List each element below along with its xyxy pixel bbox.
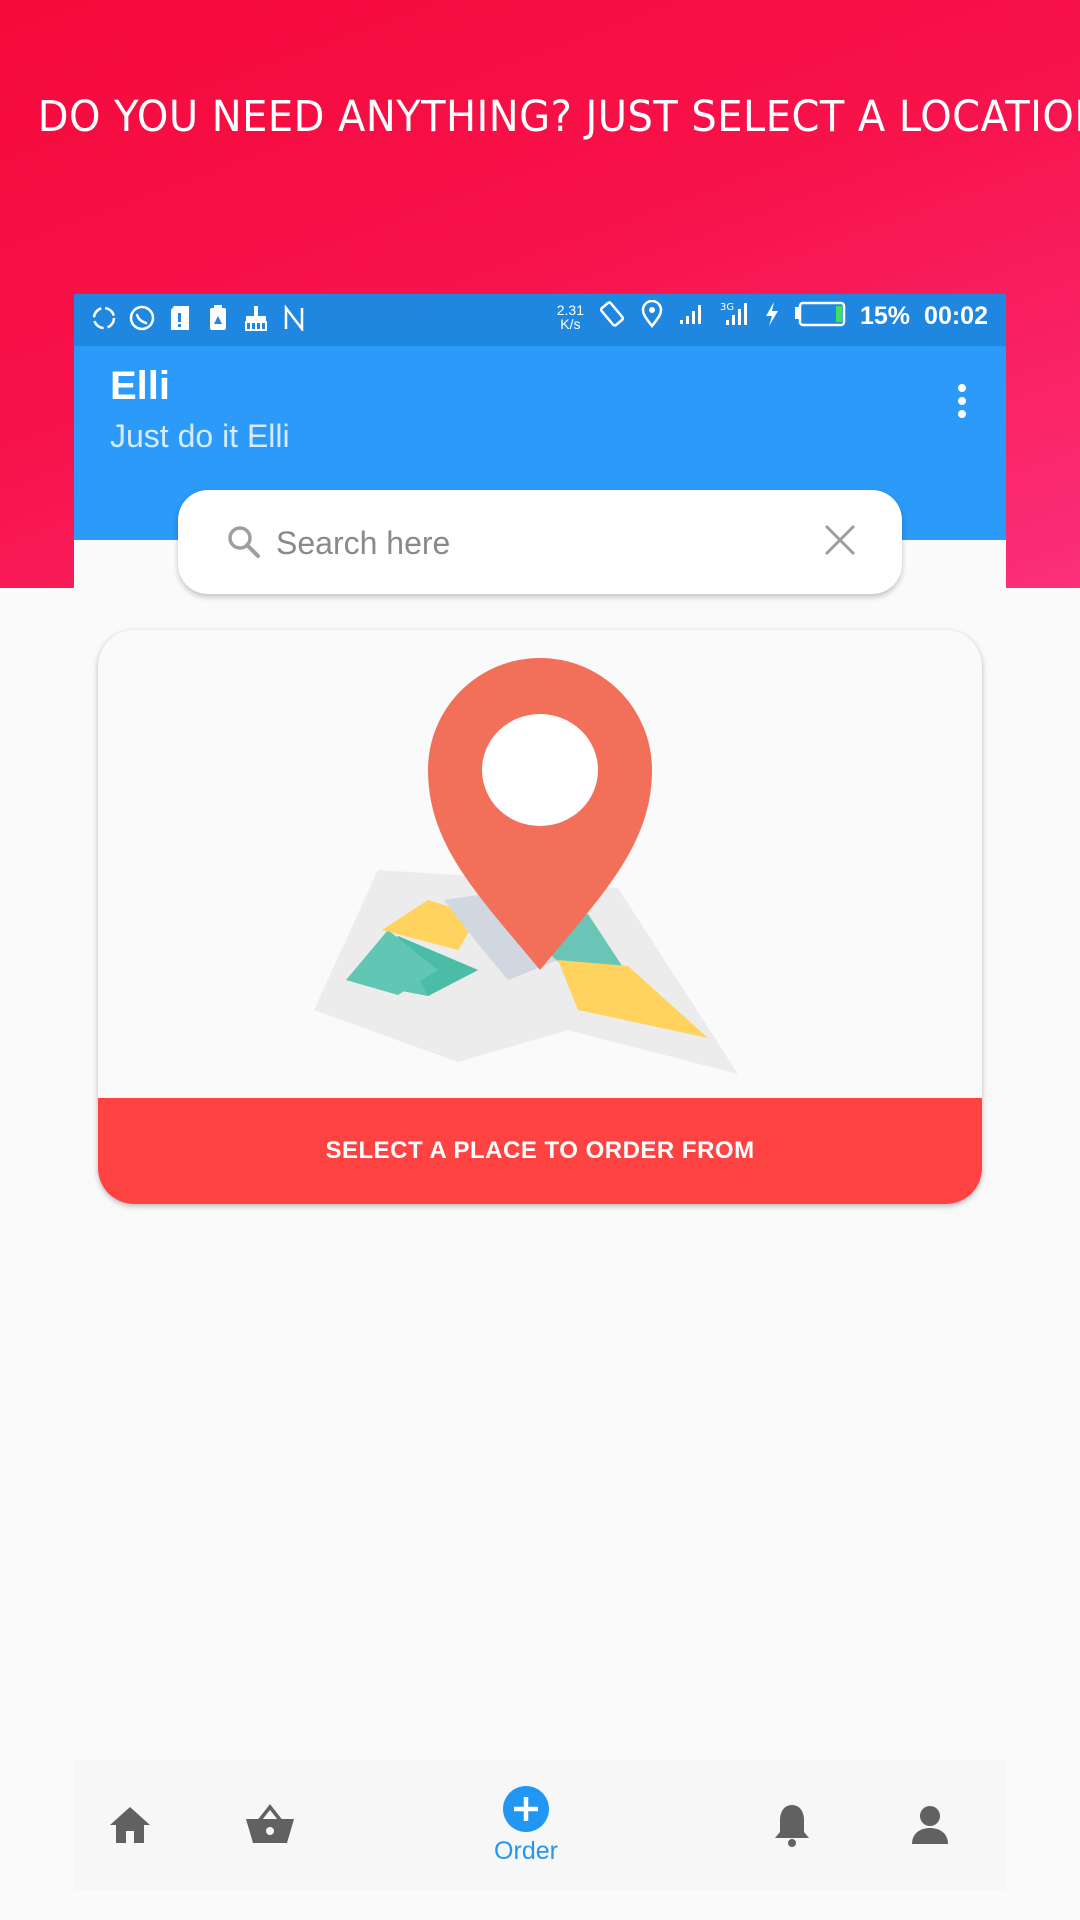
person-icon xyxy=(912,1806,948,1844)
phone-screen: 2.31 K/s 3G 15% 00:02 Elli Just do it El… xyxy=(74,294,1006,1920)
bottom-navigation: Order xyxy=(74,1760,1006,1890)
select-place-button[interactable]: SELECT A PLACE TO ORDER FROM xyxy=(98,1098,982,1204)
nav-order-label: Order xyxy=(494,1836,558,1865)
nav-profile[interactable] xyxy=(908,1760,952,1890)
nav-home[interactable] xyxy=(104,1760,156,1890)
network-speed: 2.31 K/s xyxy=(557,303,584,331)
location-icon xyxy=(640,299,664,333)
nav-basket[interactable] xyxy=(242,1760,298,1890)
home-icon xyxy=(110,1807,150,1843)
battery-icon xyxy=(794,301,846,332)
map-pin-illustration xyxy=(314,658,738,1074)
storage-icon xyxy=(204,302,232,334)
nav-order[interactable]: Order xyxy=(476,1760,576,1890)
select-location-card: SELECT A PLACE TO ORDER FROM xyxy=(98,630,982,1204)
rotate-icon xyxy=(598,300,626,333)
network-speed-value: 2.31 xyxy=(556,301,584,318)
network-speed-unit: K/s xyxy=(560,315,581,332)
signal-icon xyxy=(678,302,706,331)
close-icon xyxy=(824,524,856,556)
bell-icon xyxy=(775,1805,809,1847)
cleaner-icon xyxy=(242,302,270,334)
sd-card-icon xyxy=(166,302,194,334)
n-icon xyxy=(280,302,308,334)
search-icon xyxy=(226,524,262,560)
clear-search-button[interactable] xyxy=(822,522,858,558)
app-title: Elli xyxy=(110,364,171,408)
clock: 00:02 xyxy=(924,302,988,330)
status-bar: 2.31 K/s 3G 15% 00:02 xyxy=(74,294,1006,346)
whatsapp-icon xyxy=(128,302,156,334)
more-vert-icon xyxy=(958,384,966,392)
status-left-icons xyxy=(90,302,308,334)
battery-percent: 15% xyxy=(860,302,911,330)
basket-icon xyxy=(246,1804,294,1843)
svg-text:3G: 3G xyxy=(720,302,734,313)
charging-icon xyxy=(764,301,780,332)
search-bar xyxy=(178,490,902,594)
promo-title: DO YOU NEED ANYTHING? JUST SELECT A LOCA… xyxy=(37,92,1080,142)
add-circle-icon xyxy=(503,1785,549,1832)
status-right: 2.31 K/s 3G 15% 00:02 xyxy=(557,299,988,333)
nav-notifications[interactable] xyxy=(770,1760,814,1890)
signal-4g-icon: 3G xyxy=(720,300,750,333)
app-subtitle: Just do it Elli xyxy=(110,418,290,454)
more-options-button[interactable] xyxy=(952,384,972,424)
sync-icon xyxy=(90,302,118,334)
search-input[interactable] xyxy=(274,514,798,572)
